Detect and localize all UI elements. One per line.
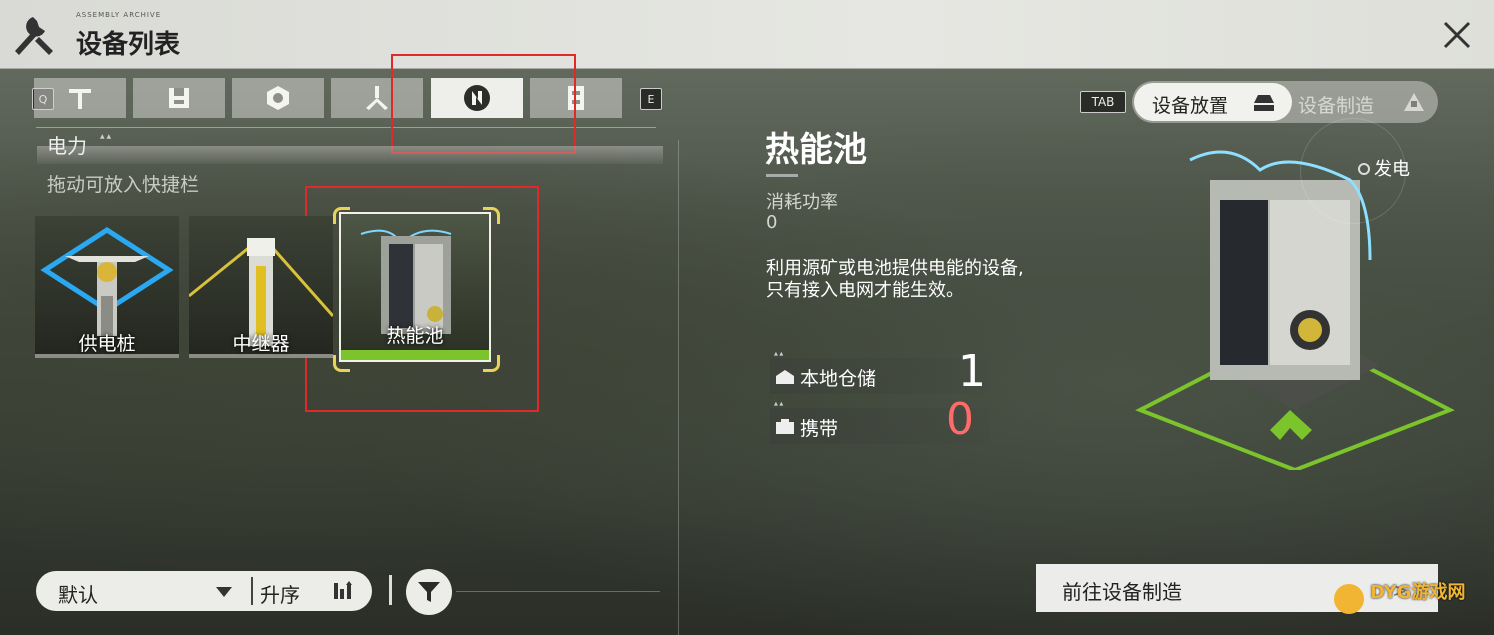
device-card-relay[interactable]: 中继器	[189, 216, 333, 358]
selection-corner	[483, 355, 500, 372]
device-name-label: 热能池	[386, 325, 444, 347]
tab-label: 设备制造	[1298, 95, 1375, 117]
sort-divider	[251, 577, 253, 605]
warehouse-icon	[776, 370, 794, 384]
stat-tag: ▲ ▲	[774, 351, 784, 357]
bottom-divider	[456, 591, 660, 592]
tab-category-parts[interactable]	[232, 78, 324, 118]
header-bar: ASSEMBLY ARCHIVE 设备列表	[0, 0, 1494, 69]
title-underline	[766, 174, 798, 177]
tab-label: 设备放置	[1152, 95, 1229, 117]
description-line: 利用源矿或电池提供电能的设备,	[766, 258, 1024, 279]
brand-tag: ASSEMBLY ARCHIVE	[76, 11, 162, 19]
card-base-green	[341, 350, 489, 360]
filter-icon	[418, 582, 440, 602]
watermark: DYG游戏网	[1370, 582, 1466, 603]
highlight-box-power-tab	[391, 54, 576, 154]
sort-default-dropdown[interactable]: 默认	[58, 579, 98, 608]
section-tag: ▲ ▲	[100, 133, 112, 140]
section-header-bar	[37, 146, 663, 164]
gear-nut-icon	[267, 86, 289, 110]
power-indicator-icon	[1358, 163, 1370, 175]
device-card-thermal-pool[interactable]: 热能池	[339, 212, 491, 362]
power-consumption-value: 0	[766, 212, 778, 233]
pickaxe-icon	[69, 89, 91, 109]
selection-corner	[483, 207, 500, 224]
storage-icon	[169, 88, 189, 108]
detail-item-name: 热能池	[765, 130, 867, 170]
device-card-power-pylon[interactable]: 供电桩	[35, 216, 179, 358]
next-category-key[interactable]: E	[640, 88, 662, 110]
carry-value: 0	[946, 394, 974, 445]
power-consumption-label: 消耗功率	[766, 192, 838, 213]
filter-button[interactable]	[406, 569, 452, 615]
local-storage-row: 本地仓储	[770, 358, 990, 394]
trident-icon	[366, 86, 388, 110]
tab-category-mining[interactable]	[34, 78, 126, 118]
sort-bar: 默认 升序	[36, 571, 372, 611]
selection-corner	[333, 355, 350, 372]
sort-ascending-icon[interactable]	[332, 581, 354, 601]
close-button[interactable]	[1438, 16, 1476, 54]
toolbar-separator	[389, 575, 392, 605]
carry-label: 携带	[800, 418, 839, 440]
close-icon	[1443, 21, 1471, 49]
stat-tag: ▲ ▲	[774, 401, 784, 407]
crafting-icon	[1404, 93, 1424, 111]
goto-crafting-label: 前往设备制造	[1062, 580, 1182, 604]
thermal-pool-illustration	[1135, 150, 1455, 470]
chevron-down-icon[interactable]	[216, 587, 232, 597]
local-storage-value: 1	[958, 346, 986, 397]
device-name-label: 中继器	[232, 333, 290, 355]
tab-category-storage[interactable]	[133, 78, 225, 118]
device-name-label: 供电桩	[78, 333, 136, 355]
power-generation-tag: 发电	[1374, 159, 1410, 180]
description-line: 只有接入电网才能生效。	[766, 280, 964, 301]
item-description: 利用源矿或电池提供电能的设备, 只有接入电网才能生效。	[766, 258, 1126, 302]
mode-switch: 设备放置 设备制造	[1132, 81, 1438, 123]
tab-device-placement[interactable]: 设备放置	[1134, 83, 1292, 121]
wrench-logo-icon	[0, 0, 66, 68]
page-title: 设备列表	[76, 30, 181, 60]
backpack-icon	[776, 419, 794, 434]
sort-order-button[interactable]: 升序	[260, 579, 300, 608]
panel-divider	[678, 140, 679, 635]
drag-hint: 拖动可放入快捷栏	[47, 174, 200, 196]
tab-device-crafting[interactable]: 设备制造	[1298, 91, 1424, 118]
local-storage-label: 本地仓储	[800, 368, 877, 390]
section-title: 电力	[47, 134, 87, 158]
selection-corner	[333, 207, 350, 224]
placement-icon	[1254, 95, 1274, 111]
mode-switch-key[interactable]: TAB	[1080, 91, 1126, 113]
watermark-logo-icon	[1334, 584, 1364, 614]
